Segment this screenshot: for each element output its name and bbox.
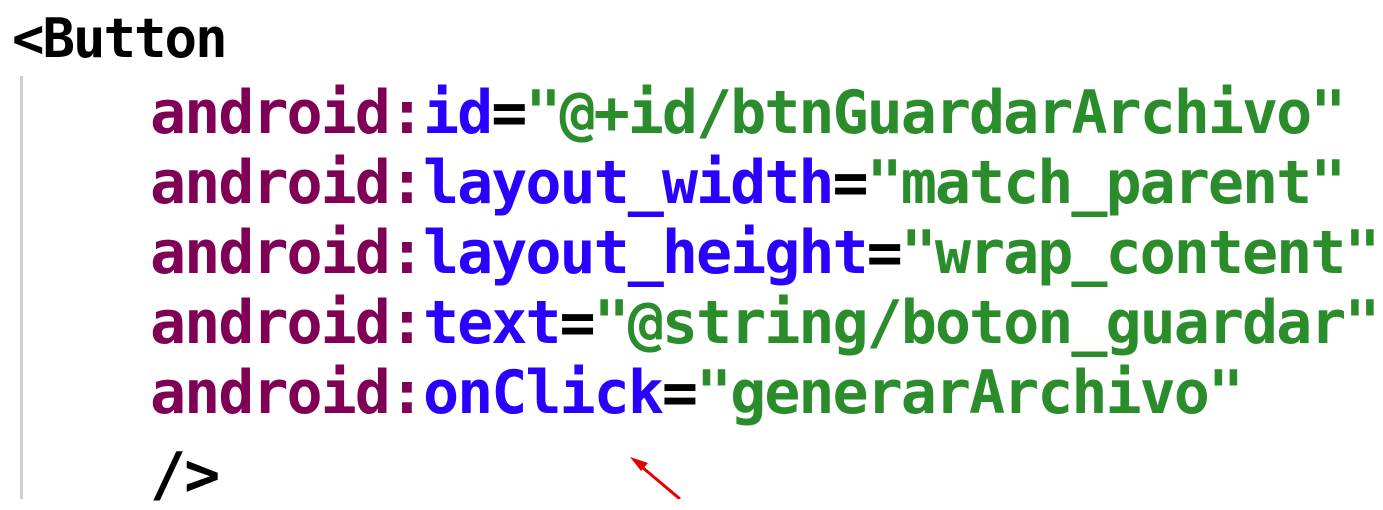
red-arrow-icon [630,457,681,499]
code-editor: <Button android:id="@+id/btnGuardarArchi… [0,0,1383,510]
